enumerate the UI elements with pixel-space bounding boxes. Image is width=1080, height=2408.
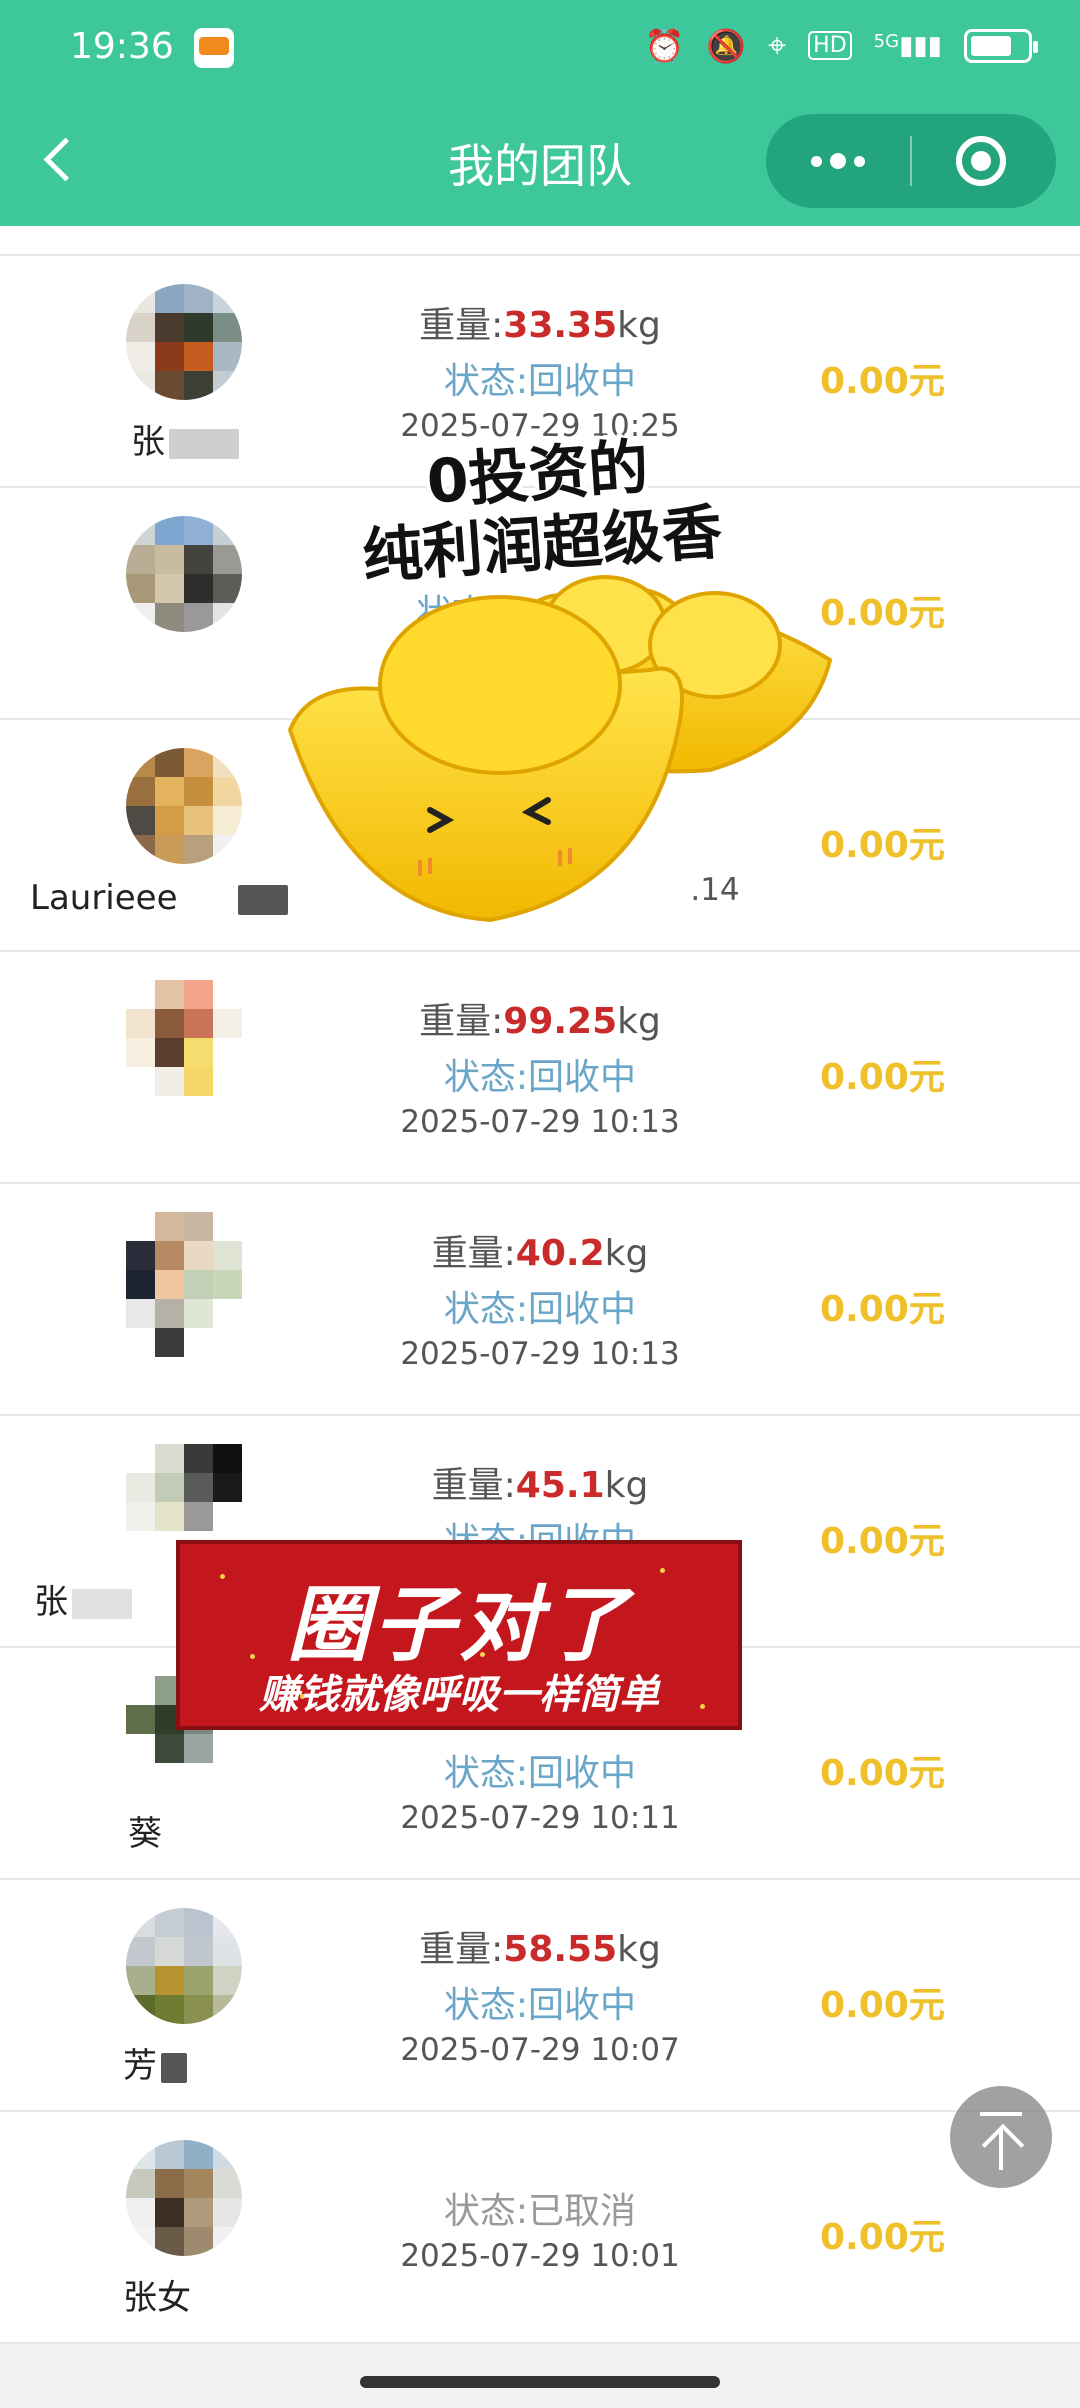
member-name: 芳: [0, 2038, 340, 2087]
amount-text: 0.00元: [820, 1289, 945, 1330]
weight-text: 重量:99.25kg: [419, 1001, 661, 1042]
status-text: 状态:回收中: [443, 1985, 637, 2026]
member-name: 葵: [128, 1814, 162, 1854]
weight-text: 重量:33.35kg: [419, 305, 661, 346]
amount-text: 0.00元: [820, 2217, 945, 2258]
avatar: [126, 748, 242, 864]
weight-text: 重量:58.55kg: [419, 1929, 661, 1970]
avatar: [126, 980, 242, 1096]
app-notification-icon: [194, 28, 234, 68]
avatar: [126, 2140, 242, 2256]
promo-banner: 圈子对了 赚钱就像呼吸一样简单: [176, 1540, 742, 1730]
banner-title: 圈子对了: [287, 1578, 631, 1673]
team-member-row[interactable]: 重量:40.2kg 状态:回收中 2025-07-29 10:13 0.00元: [0, 1184, 1080, 1416]
nav-bar: 我的团队: [0, 96, 1080, 226]
status-icons: ⏰ 🔕 ⌖ HD 5G▮▮▮: [644, 26, 1038, 65]
avatar: [126, 516, 242, 632]
status-text: 状态:回收中: [443, 1753, 637, 1794]
weight-text: 重量:40.2kg: [431, 1233, 649, 1274]
amount-text: 0.00元: [820, 361, 945, 402]
battery-icon: [964, 28, 1038, 63]
location-icon: ⌖: [768, 26, 787, 64]
close-miniprogram-button[interactable]: [956, 136, 1006, 186]
list-top-strip: [0, 226, 1080, 256]
member-name: 张女: [123, 2278, 191, 2318]
alarm-icon: ⏰: [644, 26, 685, 65]
amount-text: 0.00元: [820, 1753, 945, 1794]
weight-text: 重量:45.1kg: [431, 1465, 649, 1506]
miniprogram-capsule: [766, 114, 1056, 208]
avatar: [126, 1212, 242, 1362]
status-text: 状态:回收中: [443, 1057, 637, 1098]
mute-icon: 🔕: [706, 26, 747, 65]
team-member-row[interactable]: 张女 状态:已取消 2025-07-29 10:01 0.00元: [0, 2112, 1080, 2344]
back-to-top-button[interactable]: [950, 2086, 1052, 2188]
banner-subtitle: 赚钱就像呼吸一样简单: [259, 1672, 659, 1718]
team-member-row[interactable]: 芳 重量:58.55kg 状态:回收中 2025-07-29 10:07 0.0…: [0, 1880, 1080, 2112]
date-text: 2025-07-29 10:01: [400, 2238, 680, 2274]
status-bar: 19:36 ⏰ 🔕 ⌖ HD 5G▮▮▮: [0, 0, 1080, 96]
date-text: 2025-07-29 10:13: [400, 1104, 680, 1140]
amount-text: 0.00元: [820, 1985, 945, 2026]
hd-icon: HD: [808, 31, 852, 60]
capsule-divider: [910, 136, 912, 186]
clock: 19:36: [70, 26, 174, 67]
network-label: 5G: [873, 30, 900, 52]
status-text: 状态:回收中: [443, 1289, 637, 1330]
home-indicator[interactable]: [360, 2376, 720, 2388]
sticker-caption: 0投资的 纯利润超级香: [326, 426, 755, 595]
amount-text: 0.00元: [820, 1521, 945, 1562]
signal-icon: 5G▮▮▮: [873, 30, 942, 61]
date-text: 2025-07-29 10:11: [400, 1800, 680, 1836]
team-member-row[interactable]: 重量:99.25kg 状态:回收中 2025-07-29 10:13 0.00元: [0, 952, 1080, 1184]
amount-text: 0.00元: [820, 1057, 945, 1098]
avatar: [126, 284, 242, 400]
status-text: 状态:回收中: [443, 361, 637, 402]
more-menu-button[interactable]: [766, 114, 910, 208]
status-text: 状态:已取消: [443, 2191, 637, 2232]
date-text: 2025-07-29 10:13: [400, 1336, 680, 1372]
date-text: 2025-07-29 10:07: [400, 2032, 680, 2068]
avatar: [126, 1908, 242, 2024]
